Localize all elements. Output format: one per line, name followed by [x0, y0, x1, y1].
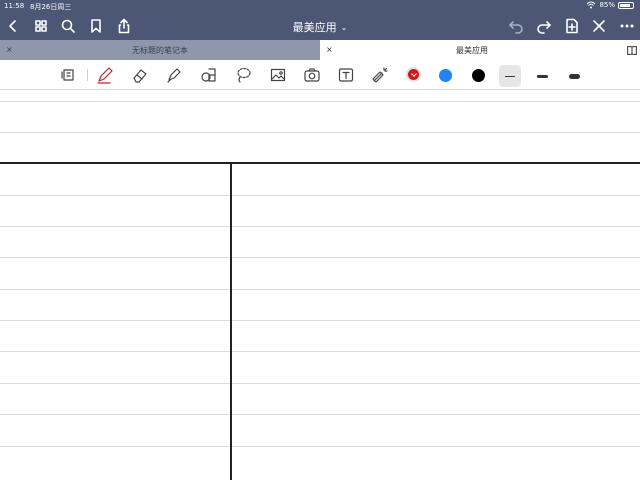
margin-divider-line — [230, 163, 232, 480]
note-canvas[interactable] — [0, 91, 640, 480]
wifi-icon — [587, 1, 596, 9]
chevron-down-icon: ⌄ — [340, 22, 348, 32]
read-mode-button[interactable] — [58, 65, 78, 85]
ruled-line — [0, 132, 640, 133]
color-black-swatch[interactable] — [472, 69, 485, 82]
add-page-icon — [566, 18, 578, 34]
ruled-line — [0, 351, 640, 352]
nav-bar: 最美应用 ⌄ — [0, 12, 640, 40]
grid-view-button[interactable] — [31, 16, 51, 36]
close-icon — [593, 20, 605, 32]
tab-label: 无标题的笔记本 — [132, 45, 188, 55]
shapes-icon — [201, 68, 216, 82]
share-button[interactable] — [114, 16, 134, 36]
redo-icon — [537, 21, 551, 34]
shape-tool-button[interactable] — [199, 65, 219, 85]
pen-tool-button[interactable] — [95, 65, 115, 85]
stroke-thick-preview — [568, 73, 580, 79]
ruled-line — [0, 383, 640, 384]
ruled-line — [0, 101, 640, 102]
image-icon — [270, 68, 286, 82]
text-box-icon — [338, 68, 354, 82]
color-blue-swatch[interactable] — [439, 69, 452, 82]
highlighter-icon — [167, 68, 181, 83]
notebook-title-menu[interactable]: 最美应用 ⌄ — [293, 19, 348, 35]
page-title: 最美应用 — [292, 21, 337, 34]
laser-pointer-button[interactable] — [370, 65, 390, 85]
bookmark-icon — [91, 19, 101, 33]
ruled-line — [0, 446, 640, 447]
status-right: 85% — [586, 1, 634, 9]
redo-button[interactable] — [534, 16, 554, 36]
more-button[interactable] — [617, 16, 637, 36]
undo-button[interactable] — [506, 16, 526, 36]
ruled-line — [0, 257, 640, 258]
lasso-icon — [237, 67, 251, 83]
laser-pointer-icon — [372, 67, 388, 83]
sidebar-icon — [627, 45, 637, 55]
undo-icon — [509, 21, 523, 34]
toolbar-divider — [87, 69, 88, 81]
tab-zuimei[interactable]: × 最美应用 — [320, 40, 624, 60]
read-mode-icon — [61, 69, 74, 81]
header-divider-line — [0, 162, 640, 164]
ruled-line — [0, 195, 640, 196]
more-icon — [620, 24, 634, 28]
ruled-line — [0, 414, 640, 415]
color-red-swatch[interactable] — [406, 67, 421, 82]
search-icon — [61, 19, 75, 33]
tab-untitled-notebook[interactable]: × 无标题的笔记本 — [0, 40, 320, 60]
lasso-tool-button[interactable] — [233, 65, 253, 85]
close-button[interactable] — [589, 16, 609, 36]
sidebar-toggle-button[interactable] — [624, 40, 640, 60]
stroke-medium-preview — [536, 74, 548, 78]
ruled-line — [0, 320, 640, 321]
stroke-thick-option[interactable] — [563, 65, 585, 87]
chevron-left-icon — [9, 20, 16, 32]
tab-close-icon[interactable]: × — [326, 45, 333, 54]
tab-close-icon[interactable]: × — [6, 45, 13, 54]
camera-tool-button[interactable] — [302, 65, 322, 85]
search-button[interactable] — [58, 16, 78, 36]
add-page-button[interactable] — [562, 16, 582, 36]
drawing-toolbar — [0, 60, 640, 90]
status-time: 11:58 — [4, 2, 25, 10]
stroke-thin-preview — [505, 75, 515, 77]
bookmark-button[interactable] — [86, 16, 106, 36]
stroke-thin-option[interactable] — [499, 65, 521, 87]
highlighter-tool-button[interactable] — [164, 65, 184, 85]
eraser-icon — [133, 69, 147, 83]
eraser-tool-button[interactable] — [130, 65, 150, 85]
image-tool-button[interactable] — [268, 65, 288, 85]
pen-icon — [97, 67, 113, 84]
ruled-line — [0, 289, 640, 290]
share-icon — [118, 18, 130, 34]
tab-bar: × 无标题的笔记本 × 最美应用 — [0, 40, 640, 60]
stroke-medium-option[interactable] — [531, 65, 553, 87]
text-tool-button[interactable] — [336, 65, 356, 85]
grid-icon — [35, 20, 47, 32]
status-date: 8月26日周三 — [30, 3, 72, 11]
ruled-line — [0, 226, 640, 227]
battery-percent: 85% — [599, 1, 615, 9]
status-bar: 11:58 8月26日周三 85% — [0, 0, 640, 12]
battery-icon — [618, 1, 634, 9]
camera-icon — [304, 68, 320, 82]
tab-label: 最美应用 — [456, 45, 488, 55]
back-button[interactable] — [3, 16, 23, 36]
